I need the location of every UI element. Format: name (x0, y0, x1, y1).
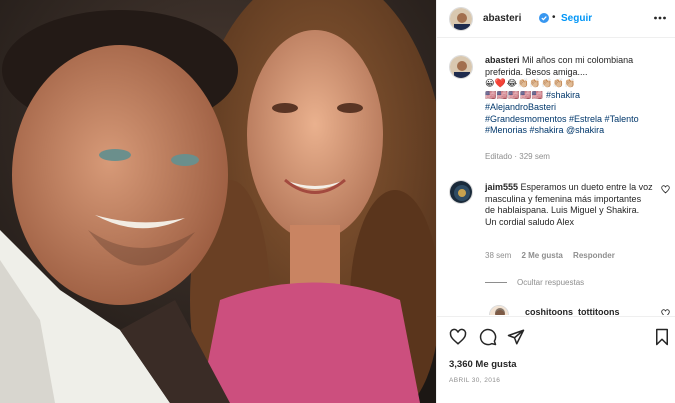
avatar[interactable] (449, 55, 473, 79)
comments-list[interactable]: abasteri Mil años con mi colombiana pref… (437, 39, 675, 315)
post-caption: abasteri Mil años con mi colombiana pref… (485, 55, 663, 137)
caption-username[interactable]: abasteri (485, 55, 520, 65)
hide-replies-toggle[interactable]: Ocultar respuestas (485, 278, 584, 287)
heart-icon[interactable] (449, 328, 467, 346)
post-author-username[interactable]: abasteri (483, 13, 521, 24)
hide-replies-label: Ocultar respuestas (517, 278, 585, 287)
comment-likes[interactable]: 2 Me gusta (521, 251, 562, 260)
comment-meta: 38 sem 2 Me gusta Responder (485, 251, 623, 260)
reply-username[interactable]: coshitoons_tottitoons (525, 307, 620, 315)
share-icon[interactable] (507, 328, 525, 346)
avatar[interactable] (449, 7, 473, 31)
caption-emojis: 😀❤️😂👏🏼👏🏼👏🏼👏🏼👏🏼 (485, 78, 577, 89)
likes-count[interactable]: 3,360 Me gusta (449, 359, 517, 370)
verified-badge-icon (539, 13, 549, 23)
follow-button[interactable]: Seguir (561, 13, 592, 24)
bookmark-icon[interactable] (653, 328, 671, 346)
reply-button[interactable]: Responder (573, 251, 615, 260)
post-image (0, 0, 436, 403)
post-side-panel: abasteri • Seguir abasteri Mil años con … (436, 0, 675, 403)
comment-body: jaim555 Esperamos un dueto entre la voz … (485, 182, 653, 229)
comment-icon[interactable] (479, 328, 497, 346)
comment-like-icon[interactable] (661, 185, 670, 194)
post-date[interactable]: ABRIL 30, 2016 (449, 377, 500, 384)
post-photo[interactable] (0, 0, 436, 403)
hashtag-link[interactable]: #shakira (546, 90, 580, 100)
divider-line (485, 282, 507, 284)
avatar[interactable] (489, 305, 509, 315)
caption-flags: 🇺🇸🇺🇸🇺🇸🇺🇸🇺🇸 (485, 90, 544, 101)
hashtag-link[interactable]: #Grandesmomentos #Estrela #Talento (485, 114, 639, 124)
caption-meta: Editado · 329 sem (485, 152, 550, 161)
hashtag-link[interactable]: #AlejandroBasteri (485, 102, 556, 112)
comment-username[interactable]: jaim555 (485, 182, 518, 192)
comment-age: 38 sem (485, 251, 512, 260)
more-options-icon[interactable] (653, 12, 667, 24)
post-header: abasteri • Seguir (437, 0, 675, 38)
hashtag-link[interactable]: #Menorias #shakira @shakira (485, 125, 604, 135)
reply-like-icon[interactable] (661, 309, 670, 315)
avatar[interactable] (449, 180, 473, 204)
separator-dot: • (552, 12, 556, 23)
post-actions: 3,360 Me gusta ABRIL 30, 2016 (437, 316, 675, 403)
